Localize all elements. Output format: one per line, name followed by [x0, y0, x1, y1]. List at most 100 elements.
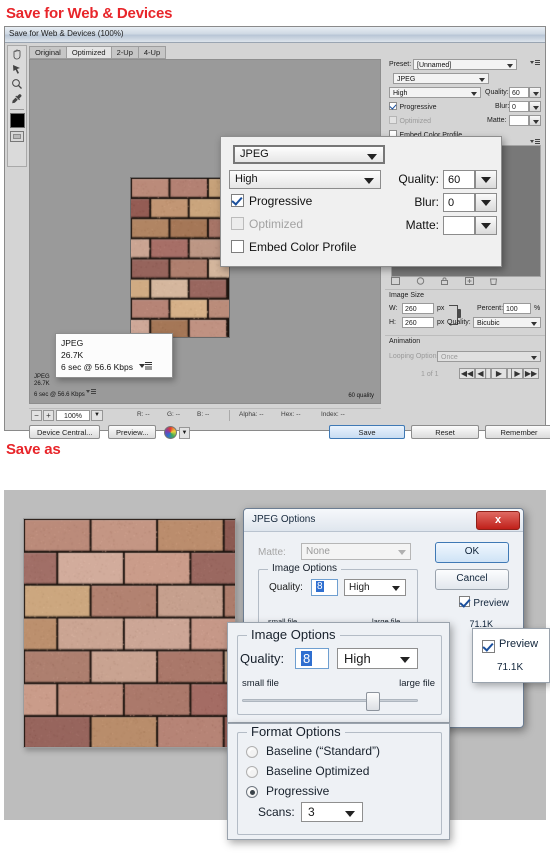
remember-button[interactable]: Remember: [485, 425, 550, 439]
quality-slider-thumb[interactable]: [366, 692, 380, 711]
format-dropdown[interactable]: JPEG: [393, 73, 489, 84]
magnified-format-dropdown[interactable]: JPEG: [233, 145, 385, 164]
magnified-format-options-group-label: Format Options: [247, 724, 345, 739]
compression-dropdown[interactable]: High: [389, 87, 481, 98]
save-button[interactable]: Save: [329, 425, 405, 439]
radio-baseline-standard[interactable]: [246, 746, 258, 758]
foreground-color-swatch[interactable]: [9, 113, 25, 128]
annotation-menu-icon[interactable]: [86, 388, 97, 397]
browser-preview-icon[interactable]: [163, 426, 177, 440]
animation-group-label: Animation: [389, 338, 421, 345]
magnified-blur-spinner[interactable]: [475, 193, 497, 212]
brick-texture-canvas-2: [24, 519, 235, 747]
tab-original[interactable]: Original: [29, 46, 66, 59]
image-size-group-label: Image Size: [389, 292, 425, 299]
jpeg-preview-checkbox[interactable]: [459, 596, 471, 607]
zoom-in-button[interactable]: +: [43, 410, 54, 422]
first-frame-button[interactable]: ◀◀: [459, 368, 475, 380]
page-title-save-for-web: Save for Web & Devices: [6, 5, 173, 22]
matte-spinner[interactable]: [529, 115, 541, 126]
quality-field[interactable]: 60: [509, 87, 529, 98]
magnified-progressive-row[interactable]: Progressive: [231, 194, 312, 208]
tab-4up[interactable]: 4-Up: [137, 46, 167, 59]
radio-baseline-standard-label: Baseline (“Standard”): [266, 744, 381, 758]
zoom-out-button[interactable]: −: [31, 410, 42, 422]
quality-slider-track[interactable]: [242, 699, 418, 702]
matte-field[interactable]: [509, 115, 529, 126]
radio-progressive[interactable]: [246, 786, 258, 798]
width-unit: px: [437, 305, 445, 312]
tab-optimized[interactable]: Optimized: [65, 46, 111, 59]
animation-divider: [385, 335, 545, 336]
magnified-jpeg-settings-overlay: JPEG High Quality: 60 Progressive Blur: …: [220, 136, 502, 267]
preview-button[interactable]: Preview...: [107, 425, 157, 439]
snap-to-web-icon[interactable]: [391, 277, 400, 285]
magnified-embed-row[interactable]: Embed Color Profile: [231, 240, 356, 254]
cancel-button[interactable]: Cancel: [435, 569, 509, 590]
magnified-matte-spinner[interactable]: [475, 216, 497, 235]
magnified-compression-dropdown[interactable]: High: [229, 170, 381, 189]
zoom-dropdown-arrow[interactable]: ▼: [91, 410, 103, 422]
hand-icon[interactable]: [10, 47, 24, 61]
zoom-icon[interactable]: [10, 77, 24, 91]
view-tabs: Original Optimized 2-Up 4-Up: [29, 46, 167, 59]
percent-field[interactable]: 100: [503, 303, 531, 314]
blur-field[interactable]: 0: [509, 101, 529, 112]
resample-quality-dropdown[interactable]: Bicubic: [473, 317, 541, 328]
link-icon[interactable]: [457, 309, 461, 318]
lock-color-icon[interactable]: [440, 277, 449, 285]
blur-spinner[interactable]: [529, 101, 541, 112]
annotation-size: 26.7K: [34, 381, 50, 387]
magnified-matte-field[interactable]: [443, 216, 475, 235]
scans-dropdown[interactable]: 3: [301, 802, 363, 822]
jpeg-preview-row[interactable]: Preview: [459, 596, 509, 609]
zoom-level-field[interactable]: 100%: [56, 410, 90, 422]
reset-button[interactable]: Reset: [411, 425, 479, 439]
optimized-checkbox[interactable]: [389, 116, 397, 124]
scans-label: Scans:: [258, 805, 295, 819]
new-color-icon[interactable]: [464, 277, 474, 285]
last-frame-button[interactable]: ▶▶: [523, 368, 539, 380]
previous-frame-button[interactable]: ◀│: [475, 368, 491, 380]
ok-button[interactable]: OK: [435, 542, 509, 563]
play-button[interactable]: ▶: [491, 368, 507, 380]
magnified-embed-color-profile-checkbox[interactable]: [231, 240, 244, 253]
magnified-blur-field[interactable]: 0: [443, 193, 475, 212]
image-size-divider: [385, 289, 545, 290]
zoom-controls: − +100% ▼: [31, 410, 103, 422]
slice-visibility-icon[interactable]: [10, 131, 24, 142]
browser-preview-dropdown-arrow[interactable]: ▼: [178, 426, 190, 439]
magnified-quality-spinner[interactable]: [475, 170, 497, 189]
progressive-checkbox-row[interactable]: Progressive: [389, 101, 436, 111]
jpeg-quality-preset-dropdown[interactable]: High: [344, 579, 406, 596]
width-field[interactable]: 260: [402, 303, 434, 314]
magnified-quality-field[interactable]: 60: [443, 170, 475, 189]
magnified-optimized-row[interactable]: Optimized: [231, 217, 303, 231]
close-icon[interactable]: x: [476, 511, 520, 530]
looping-options-dropdown[interactable]: Once: [437, 351, 541, 362]
transparency-icon[interactable]: [416, 277, 425, 285]
status-bar: − +100% ▼ R: -- G: -- B: -- Alpha: -- Hex:…: [29, 408, 381, 423]
jpeg-quality-field[interactable]: 8: [311, 579, 338, 596]
magnified-optimized-checkbox[interactable]: [231, 217, 244, 230]
jpeg-matte-dropdown[interactable]: None: [301, 543, 411, 560]
optimized-checkbox-row[interactable]: Optimized: [389, 115, 431, 125]
device-central-button[interactable]: Device Central...: [29, 425, 101, 439]
progressive-checkbox[interactable]: [389, 102, 397, 110]
slice-select-icon[interactable]: [10, 62, 24, 76]
preset-dropdown[interactable]: [Unnamed]: [413, 59, 517, 70]
magnified-large-file-label: large file: [399, 678, 435, 689]
preset-menu-icon[interactable]: [530, 60, 540, 68]
height-field[interactable]: 260: [402, 317, 434, 328]
magnified-info-menu-icon[interactable]: [138, 362, 152, 371]
quality-spinner[interactable]: [529, 87, 541, 98]
magnified-jpeg-quality-field[interactable]: 8: [295, 648, 329, 669]
magnified-progressive-checkbox[interactable]: [231, 194, 244, 207]
delete-color-icon[interactable]: [489, 277, 498, 285]
radio-baseline-optimized[interactable]: [246, 766, 258, 778]
next-frame-button[interactable]: │▶: [507, 368, 523, 380]
tab-2up[interactable]: 2-Up: [110, 46, 138, 59]
magnified-jpeg-quality-preset-dropdown[interactable]: High: [337, 648, 418, 669]
magnified-preview-checkbox[interactable]: [482, 640, 495, 653]
eyedropper-icon[interactable]: [10, 92, 24, 106]
